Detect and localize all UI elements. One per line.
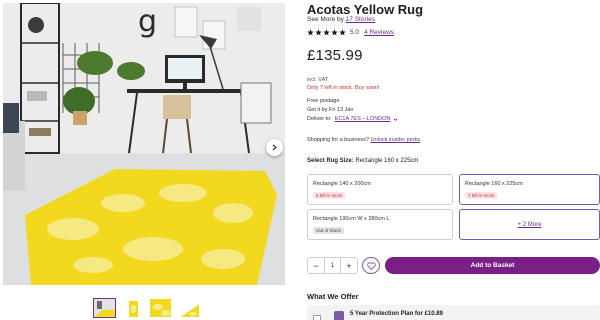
star-icon — [315, 29, 322, 36]
chevron-down-icon[interactable] — [393, 117, 398, 122]
size-selected-value: Rectangle 160 x 225cm — [355, 158, 419, 164]
wishlist-button[interactable] — [362, 257, 380, 274]
deliver-to-row: Deliver to: EC1A 7ES – LONDON — [307, 115, 398, 124]
thumbnail-rug-corner-image — [178, 299, 199, 317]
star-icon — [339, 29, 346, 36]
product-main-image[interactable]: g — [3, 3, 285, 285]
star-icon — [307, 29, 314, 36]
postcode-link[interactable]: EC1A 7ES – LONDON — [335, 115, 391, 124]
deliver-to-label: Deliver to: — [307, 116, 332, 122]
quantity-increase-button[interactable]: + — [341, 258, 357, 273]
offer-section-title: What We Offer — [307, 292, 359, 301]
protection-plan-checkbox[interactable] — [313, 315, 321, 320]
size-option-name: Rectangle 140 x 200cm — [313, 181, 371, 187]
add-to-basket-button[interactable]: Add to Basket — [385, 257, 600, 274]
size-label-title: Select Rug Size: — [307, 158, 354, 164]
thumbnail-2[interactable] — [121, 298, 144, 318]
product-rating: 5.0 4 Reviews — [307, 29, 394, 36]
product-price: £135.99 — [307, 47, 363, 64]
gallery-thumbnails — [93, 298, 200, 318]
heart-icon — [366, 261, 376, 270]
protection-plan-option: 5 Year Protection Plan for £10.89 — [307, 305, 600, 320]
product-title: Acotas Yellow Rug — [307, 2, 424, 17]
gallery-next-button[interactable] — [266, 139, 283, 156]
insider-perks-link[interactable]: Unlock insider perks — [371, 137, 421, 143]
thumbnail-rug-image — [122, 299, 143, 317]
postage-text: Free postage — [307, 98, 340, 104]
quantity-decrease-button[interactable]: − — [308, 258, 324, 273]
svg-text:g: g — [138, 4, 157, 39]
reviews-link[interactable]: 4 Reviews — [364, 29, 394, 36]
brand-link[interactable]: 17 Stories — [346, 16, 375, 23]
see-more-prefix: See More by — [307, 16, 344, 23]
quantity-value[interactable]: 1 — [324, 258, 341, 273]
more-sizes-button[interactable]: + 2 More — [459, 209, 600, 240]
thumbnail-1[interactable] — [93, 298, 116, 318]
thumbnail-3[interactable] — [149, 298, 172, 318]
quantity-stepper: − 1 + — [307, 257, 358, 274]
thumbnail-room-image — [94, 299, 115, 317]
room-scene-illustration: g — [3, 3, 285, 285]
rating-stars — [307, 29, 346, 36]
star-icon — [331, 29, 338, 36]
business-prompt: Shopping for a business? Unlock insider … — [307, 137, 420, 143]
product-gallery: g — [0, 0, 288, 320]
delivery-info: Free postage Get it by Fri 13 Jan Delive… — [307, 97, 398, 124]
protection-plan-icon — [334, 311, 344, 320]
business-text: Shopping for a business? — [307, 137, 370, 143]
product-details: Acotas Yellow Rug See More by 17 Stories… — [307, 0, 600, 320]
protection-plan-text: 5 Year Protection Plan for £10.89 — [350, 311, 443, 317]
size-option-160x225[interactable]: Rectangle 160 x 225cm 7 left in stock — [459, 174, 600, 205]
stock-badge: 7 left in stock — [465, 192, 498, 199]
size-option-name: Rectangle 190cm W x 280cm L — [313, 216, 390, 222]
delivery-date: Get it by Fri 13 Jan — [307, 107, 354, 113]
size-selector-label: Select Rug Size: Rectangle 160 x 225cm — [307, 158, 418, 164]
thumbnail-4[interactable] — [177, 298, 200, 318]
chevron-right-icon — [272, 144, 277, 151]
star-icon — [323, 29, 330, 36]
size-option-190x280[interactable]: Rectangle 190cm W x 280cm L Out of Stock — [307, 209, 453, 240]
thumbnail-rug-detail-image — [150, 299, 171, 317]
rating-value: 5.0 — [350, 29, 360, 36]
see-more-line: See More by 17 Stories — [307, 16, 375, 23]
vat-note: incl. VAT — [307, 77, 329, 83]
stock-badge: Out of Stock — [313, 227, 344, 234]
size-option-name: Rectangle 160 x 225cm — [465, 181, 523, 187]
stock-warning: Only 7 left in stock. Buy soon! — [307, 85, 380, 91]
size-option-140x200[interactable]: Rectangle 140 x 200cm 5 left in stock — [307, 174, 453, 205]
stock-badge: 5 left in stock — [313, 192, 346, 199]
